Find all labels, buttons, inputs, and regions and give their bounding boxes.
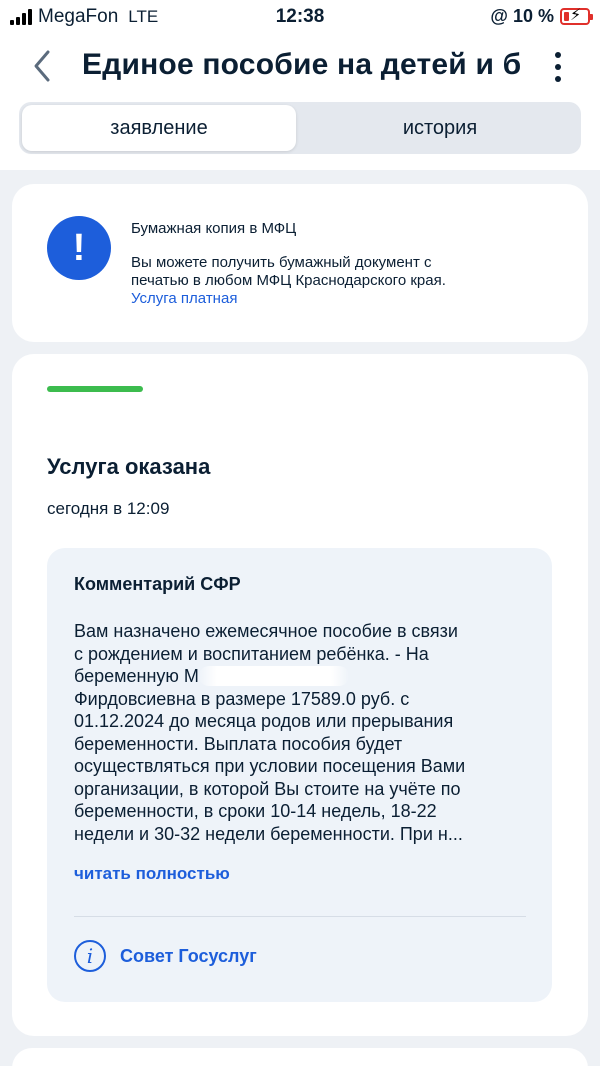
battery-icon: ⚡ <box>560 7 593 25</box>
comment-line: беременности, в сроки 10-14 недель, 18-2… <box>74 801 437 821</box>
paper-copy-body: Вы можете получить бумажный документ с п… <box>131 254 551 308</box>
divider <box>74 916 526 917</box>
comment-line: беременную М <box>74 666 199 686</box>
paper-copy-title: Бумажная копия в МФЦ <box>131 220 297 237</box>
paid-service-link[interactable]: Услуга платная <box>131 290 551 308</box>
comment-text: Вам назначено ежемесячное пособие в связ… <box>74 620 532 845</box>
app-header: Единое пособие на детей и б... <box>0 34 600 100</box>
tab-history[interactable]: история <box>303 105 577 151</box>
next-card <box>12 1048 588 1066</box>
comment-line: Фирдовсиевна в размере 17589.0 руб. с <box>74 688 410 709</box>
status-time: сегодня в 12:09 <box>47 499 170 518</box>
paper-copy-line: печатью в любом МФЦ Краснодарского края. <box>131 272 446 289</box>
tip-label: Совет Госуслуг <box>120 945 257 966</box>
segmented-tabs: заявление история <box>19 102 581 154</box>
status-bar: MegaFon LTE 12:38 @ 10 % ⚡ <box>0 0 600 34</box>
paper-copy-line: Вы можете получить бумажный документ с <box>131 254 432 271</box>
comment-line: осуществляться при условии посещения Вам… <box>74 756 466 776</box>
comment-line: с рождением и воспитанием ребёнка. - На <box>74 643 429 664</box>
chevron-left-icon <box>34 50 50 82</box>
comment-line: недели и 30-32 недели беременности. При … <box>74 823 463 844</box>
more-menu-button[interactable] <box>549 52 567 82</box>
gosuslugi-tip-link[interactable]: i Совет Госуслуг <box>74 940 257 972</box>
comment-line: Вам назначено ежемесячное пособие в связ… <box>74 621 458 641</box>
info-icon: i <box>74 940 106 972</box>
back-button[interactable] <box>28 46 58 86</box>
paper-copy-card: ! Бумажная копия в МФЦ Вы можете получит… <box>12 184 588 342</box>
status-card: Услуга оказана сегодня в 12:09 Комментар… <box>12 354 588 1036</box>
exclamation-icon: ! <box>47 216 111 280</box>
comment-line: 01.12.2024 до месяца родов или прерывани… <box>74 711 454 731</box>
status-progress-bar <box>47 386 143 392</box>
comment-line: организации, в которой Вы стоите на учёт… <box>74 778 461 799</box>
comment-box: Комментарий СФР Вам назначено ежемесячно… <box>47 548 552 1002</box>
read-more-link[interactable]: читать полностью <box>74 864 230 884</box>
battery-group: @ 10 % ⚡ <box>490 6 593 27</box>
kebab-menu-icon <box>555 52 561 58</box>
comment-line: беременности. Выплата пособия будет <box>74 733 403 754</box>
comment-title: Комментарий СФР <box>74 574 241 594</box>
status-title: Услуга оказана <box>47 454 211 479</box>
page-title: Единое пособие на детей и б... <box>82 48 522 81</box>
comment-line-redacted: беременную М <box>74 665 532 688</box>
redaction-mark <box>198 666 349 686</box>
tabs-area: заявление история <box>0 100 600 170</box>
battery-percent: @ 10 % <box>490 6 554 26</box>
tab-application[interactable]: заявление <box>22 105 296 151</box>
